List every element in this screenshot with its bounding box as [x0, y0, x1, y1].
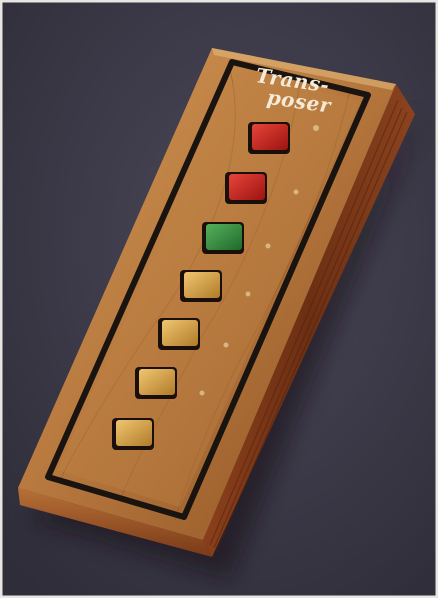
transposer-photo: Trans- poser	[0, 0, 438, 598]
button-2[interactable]	[225, 172, 267, 204]
button-6[interactable]	[135, 367, 177, 399]
button-3[interactable]	[202, 222, 244, 254]
button-5[interactable]	[158, 318, 200, 350]
button-1[interactable]	[248, 122, 290, 154]
button-7[interactable]	[112, 418, 154, 450]
button-4[interactable]	[180, 270, 222, 302]
